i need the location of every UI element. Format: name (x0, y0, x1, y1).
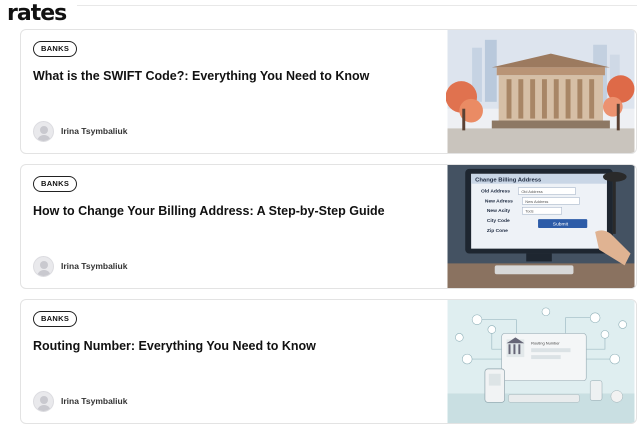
author-name: Irina Tsymbaliuk (61, 126, 128, 136)
form-row-label: New Adress (485, 198, 513, 204)
article-author[interactable]: Irina Tsymbaliuk (33, 255, 127, 277)
article-card-body: BANKS What is the SWIFT Code?: Everythin… (21, 30, 448, 153)
routing-network-illustration[interactable]: Routing Number (446, 300, 636, 423)
form-row-label: City Code (487, 218, 510, 224)
article-card[interactable]: BANKS What is the SWIFT Code?: Everythin… (20, 29, 637, 154)
form-field-value: Old Address (521, 189, 542, 194)
avatar (33, 255, 54, 277)
category-tag[interactable]: BANKS (33, 311, 78, 327)
article-author[interactable]: Irina Tsymbaliuk (33, 390, 127, 412)
billing-form-illustration[interactable]: Change Billing Address Old Address New A… (446, 165, 636, 288)
bank-building-illustration[interactable] (446, 30, 636, 153)
article-title[interactable]: How to Change Your Billing Address: A St… (33, 203, 443, 219)
avatar (33, 120, 54, 142)
article-card-body: BANKS How to Change Your Billing Address… (21, 165, 448, 288)
site-header: rates (0, 0, 640, 28)
site-logo[interactable]: rates (7, 2, 67, 26)
form-row-label: Old Address (481, 189, 510, 195)
form-field-value: Tods (525, 209, 533, 214)
category-tag[interactable]: BANKS (33, 176, 78, 192)
article-card[interactable]: BANKS Routing Number: Everything You Nee… (20, 299, 637, 424)
panel-heading: Routing Number (531, 340, 560, 345)
article-card-body: BANKS Routing Number: Everything You Nee… (21, 300, 448, 423)
form-submit-button: Submit (553, 222, 569, 228)
form-field-value: New Address (525, 199, 548, 204)
avatar (33, 390, 54, 412)
author-name: Irina Tsymbaliuk (61, 261, 128, 271)
header-divider (77, 5, 637, 6)
form-row-label: New Acity (487, 208, 511, 214)
form-heading: Change Billing Address (475, 178, 542, 184)
article-title[interactable]: What is the SWIFT Code?: Everything You … (33, 68, 443, 84)
article-author[interactable]: Irina Tsymbaliuk (33, 120, 127, 142)
article-card[interactable]: BANKS How to Change Your Billing Address… (20, 164, 637, 289)
author-name: Irina Tsymbaliuk (61, 396, 128, 406)
article-title[interactable]: Routing Number: Everything You Need to K… (33, 338, 443, 354)
form-row-label: Zip Cone (487, 228, 508, 234)
category-tag[interactable]: BANKS (33, 41, 78, 57)
